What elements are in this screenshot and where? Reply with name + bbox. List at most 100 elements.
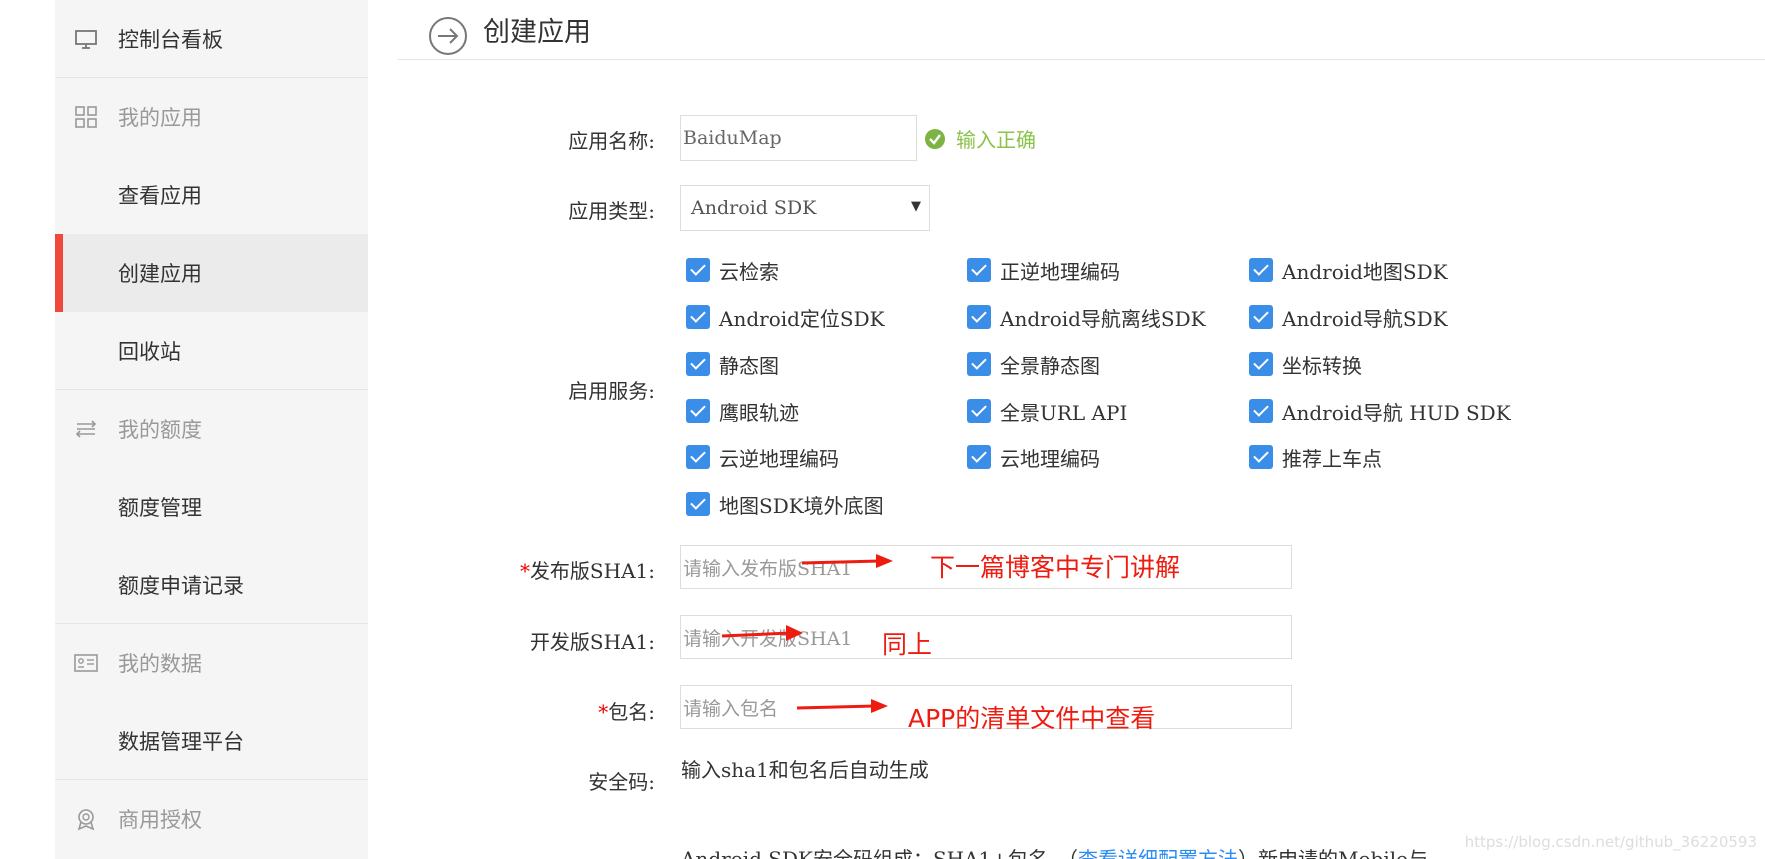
checkbox-checked-icon[interactable] (686, 399, 710, 423)
sidebar-item-label: 创建应用 (118, 262, 202, 286)
services-label: 启用服务: (568, 379, 655, 403)
checkbox-checked-icon[interactable] (967, 445, 991, 469)
check-circle-icon (925, 128, 945, 149)
service-checkbox-item[interactable]: 云地理编码 (967, 443, 1100, 471)
service-label: 正逆地理编码 (1000, 259, 1120, 284)
sidebar-item-label: 回收站 (118, 339, 181, 364)
monitor-icon (75, 29, 97, 49)
service-label: 云逆地理编码 (719, 446, 839, 471)
caret-down-icon: ▼ (911, 199, 921, 214)
service-checkbox-item[interactable]: 坐标转换 (1249, 350, 1362, 378)
sidebar-item-recycle-bin[interactable]: 回收站 (55, 312, 368, 390)
service-checkbox-item[interactable]: Android定位SDK (686, 303, 885, 331)
service-label: 全景URL API (1000, 400, 1128, 425)
app-type-value: Android SDK (691, 197, 817, 219)
sidebar-item-label: 我的应用 (118, 106, 202, 130)
service-checkbox-item[interactable]: 云逆地理编码 (686, 443, 839, 471)
service-checkbox-item[interactable]: Android地图SDK (1249, 256, 1448, 284)
service-label: Android导航SDK (1282, 306, 1448, 331)
validation-ok: 输入正确 (924, 124, 1036, 153)
sidebar-group-commercial-license[interactable]: 商用授权 (55, 780, 368, 858)
security-code-value: 输入sha1和包名后自动生成 (681, 758, 929, 782)
sidebar-item-data-platform[interactable]: 数据管理平台 (55, 702, 368, 780)
sidebar-item-label: 额度申请记录 (118, 573, 244, 598)
dev-sha1-label: 开发版SHA1: (529, 630, 655, 654)
service-label: 坐标转换 (1282, 353, 1362, 378)
service-checkbox-item[interactable]: 正逆地理编码 (967, 256, 1120, 284)
service-label: 推荐上车点 (1282, 446, 1382, 471)
checkbox-checked-icon[interactable] (967, 305, 991, 329)
app-type-select[interactable]: Android SDK ▼ (680, 185, 930, 231)
checkbox-checked-icon[interactable] (686, 492, 710, 516)
app-name-input[interactable]: BaiduMap (680, 115, 917, 161)
sidebar-item-label: 商用授权 (118, 808, 202, 832)
service-checkbox-item[interactable]: Android导航SDK (1249, 303, 1448, 331)
sidebar-item-create-app[interactable]: 创建应用 (55, 234, 368, 312)
service-checkbox-item[interactable]: 地图SDK境外底图 (686, 490, 884, 518)
service-label: Android导航离线SDK (1000, 306, 1206, 331)
sidebar-item-label: 额度管理 (118, 496, 202, 520)
page-header: 创建应用 (398, 0, 1765, 60)
service-label: 全景静态图 (1000, 353, 1100, 378)
checkbox-checked-icon[interactable] (686, 258, 710, 282)
checkbox-checked-icon[interactable] (967, 399, 991, 423)
sidebar-group-my-data[interactable]: 我的数据 (55, 624, 368, 702)
sidebar-item-label: 我的数据 (118, 652, 202, 676)
checkbox-checked-icon[interactable] (1249, 305, 1273, 329)
sidebar-item-label: 控制台看板 (118, 27, 223, 52)
annotation-arrow-package (796, 699, 888, 713)
sidebar-item-label: 查看应用 (118, 184, 202, 208)
page-title: 创建应用 (483, 17, 591, 48)
service-checkbox-item[interactable]: 云检索 (686, 256, 779, 284)
service-label: Android导航 HUD SDK (1282, 400, 1511, 425)
id-card-icon (74, 654, 98, 672)
checkbox-checked-icon[interactable] (967, 352, 991, 376)
service-checkbox-item[interactable]: Android导航离线SDK (967, 303, 1206, 331)
checkbox-checked-icon[interactable] (1249, 352, 1273, 376)
release-sha1-label: *发布版SHA1: (519, 559, 655, 583)
app-name-label: 应用名称: (568, 129, 655, 153)
service-checkbox-item[interactable]: Android导航 HUD SDK (1249, 397, 1511, 425)
checkbox-checked-icon[interactable] (686, 305, 710, 329)
package-label: *包名: (598, 700, 655, 724)
service-label: 鹰眼轨迹 (719, 400, 799, 425)
sidebar-item-label: 数据管理平台 (118, 729, 244, 754)
sidebar-item-quota-records[interactable]: 额度申请记录 (55, 546, 368, 624)
checkbox-checked-icon[interactable] (686, 352, 710, 376)
validation-ok-text: 输入正确 (956, 128, 1036, 152)
annotation-arrow-release (801, 554, 893, 568)
checkbox-checked-icon[interactable] (967, 258, 991, 282)
config-help-link[interactable]: 查看详细配置方法 (1078, 847, 1238, 859)
sidebar-group-my-apps[interactable]: 我的应用 (55, 78, 368, 156)
service-checkbox-item[interactable]: 静态图 (686, 350, 779, 378)
sidebar-item-quota-management[interactable]: 额度管理 (55, 468, 368, 546)
arrow-right-circle-icon[interactable] (428, 16, 468, 56)
required-mark: * (598, 700, 609, 724)
award-icon (77, 809, 95, 831)
sidebar-item-dashboard[interactable]: 控制台看板 (55, 0, 368, 78)
grid-icon (75, 106, 97, 128)
sliders-icon (75, 420, 97, 438)
checkbox-checked-icon[interactable] (1249, 399, 1273, 423)
service-label: 云地理编码 (1000, 446, 1100, 471)
checkbox-checked-icon[interactable] (686, 445, 710, 469)
checkbox-checked-icon[interactable] (1249, 258, 1273, 282)
sidebar-item-view-apps[interactable]: 查看应用 (55, 156, 368, 234)
security-code-note: Android SDK安全码组成：SHA1+包名。（查看详细配置方法）新申请的M… (681, 843, 1428, 859)
annotation-release: 下一篇博客中专门讲解 (930, 553, 1181, 582)
annotation-package: APP的清单文件中查看 (908, 704, 1156, 733)
app-type-label: 应用类型: (568, 199, 655, 223)
service-checkbox-item[interactable]: 全景静态图 (967, 350, 1100, 378)
service-label: 静态图 (719, 353, 779, 378)
checkbox-checked-icon[interactable] (1249, 445, 1273, 469)
service-checkbox-item[interactable]: 推荐上车点 (1249, 443, 1382, 471)
sidebar-group-my-quota[interactable]: 我的额度 (55, 390, 368, 468)
service-checkbox-item[interactable]: 全景URL API (967, 397, 1127, 425)
sidebar-item-label: 我的额度 (118, 418, 202, 442)
annotation-arrow-dev (721, 625, 803, 641)
service-label: 云检索 (719, 259, 779, 284)
watermark: https://blog.csdn.net/github_36220593 (1464, 833, 1757, 851)
service-checkbox-item[interactable]: 鹰眼轨迹 (686, 397, 799, 425)
sidebar: 控制台看板 我的应用 查看应用 创建应用 回收站 我的额度 额度管理 额度申请记… (55, 0, 368, 859)
security-code-label: 安全码: (588, 770, 655, 794)
